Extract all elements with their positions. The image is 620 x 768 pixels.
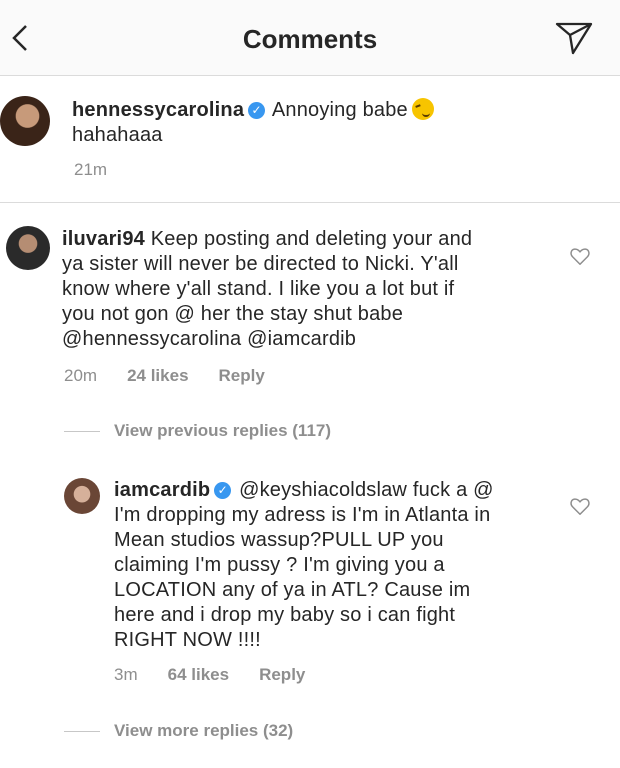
comment-line: know where y'all stand. I like you a lot… — [62, 278, 455, 300]
avatar[interactable] — [6, 226, 50, 270]
heart-icon[interactable] — [569, 245, 591, 267]
view-previous-replies-button[interactable]: View previous replies (117) — [64, 421, 331, 441]
divider-line — [64, 730, 100, 732]
comment-line: Keep posting and deleting your and — [150, 228, 473, 250]
comment-text: iluvari94 Keep posting and deleting your… — [62, 227, 562, 352]
header-bar: Comments — [0, 0, 620, 76]
comment-line: here and i drop my baby so i can fight — [114, 604, 456, 626]
comment-username[interactable]: iamcardib — [114, 479, 210, 501]
share-button[interactable] — [554, 20, 594, 56]
comment-line: Mean studios wassup?PULL UP you — [114, 529, 444, 551]
comment-line: @keyshiacoldslaw fuck a @ — [239, 479, 494, 501]
comment-line: LOCATION any of ya in ATL? Cause im — [114, 579, 471, 601]
comment-meta: 3m 64 likes Reply — [114, 665, 305, 685]
caption-text: hennessycarolina ✓ Annoying babe hahahaaa — [72, 98, 592, 148]
comment-line: I'm dropping my adress is I'm in Atlanta… — [114, 504, 491, 526]
comment-line: RIGHT NOW !!!! — [114, 629, 261, 651]
caption-body-line2: hahahaaa — [72, 124, 163, 146]
comment-mentions[interactable]: @hennessycarolina @iamcardib — [62, 328, 356, 350]
comment-line: claiming I'm pussy ? I'm giving you a — [114, 554, 445, 576]
caption-timestamp: 21m — [74, 160, 108, 179]
comment-line: you not gon @ her the stay shut babe — [62, 303, 404, 325]
heart-icon[interactable] — [569, 495, 591, 517]
avatar[interactable] — [64, 478, 100, 514]
caption-username[interactable]: hennessycarolina — [72, 99, 244, 121]
view-replies-label: View previous replies (117) — [114, 421, 332, 440]
paper-plane-icon — [555, 22, 593, 55]
comment-meta: 20m 24 likes Reply — [64, 366, 265, 386]
view-more-replies-button[interactable]: View more replies (32) — [64, 721, 293, 741]
rofl-emoji-icon — [411, 98, 434, 120]
avatar[interactable] — [0, 96, 50, 146]
divider-line — [64, 430, 100, 432]
caption-meta: 21m — [74, 160, 107, 180]
verified-badge-icon: ✓ — [248, 102, 266, 119]
reply-button[interactable]: Reply — [219, 366, 265, 386]
verified-badge-icon: ✓ — [214, 482, 232, 499]
reply-text: iamcardib ✓ @keyshiacoldslaw fuck a @ I'm… — [114, 478, 574, 653]
view-replies-label: View more replies (32) — [114, 721, 294, 740]
comment-username[interactable]: iluvari94 — [62, 228, 145, 250]
page-title: Comments — [242, 24, 378, 54]
likes-count[interactable]: 64 likes — [168, 665, 229, 685]
comment-line: ya sister will never be directed to Nick… — [62, 253, 459, 275]
caption-body: Annoying babe — [271, 99, 408, 121]
reply-button[interactable]: Reply — [259, 665, 305, 685]
comment-timestamp: 20m — [64, 366, 98, 385]
likes-count[interactable]: 24 likes — [127, 366, 188, 386]
comment-timestamp: 3m — [114, 665, 138, 684]
